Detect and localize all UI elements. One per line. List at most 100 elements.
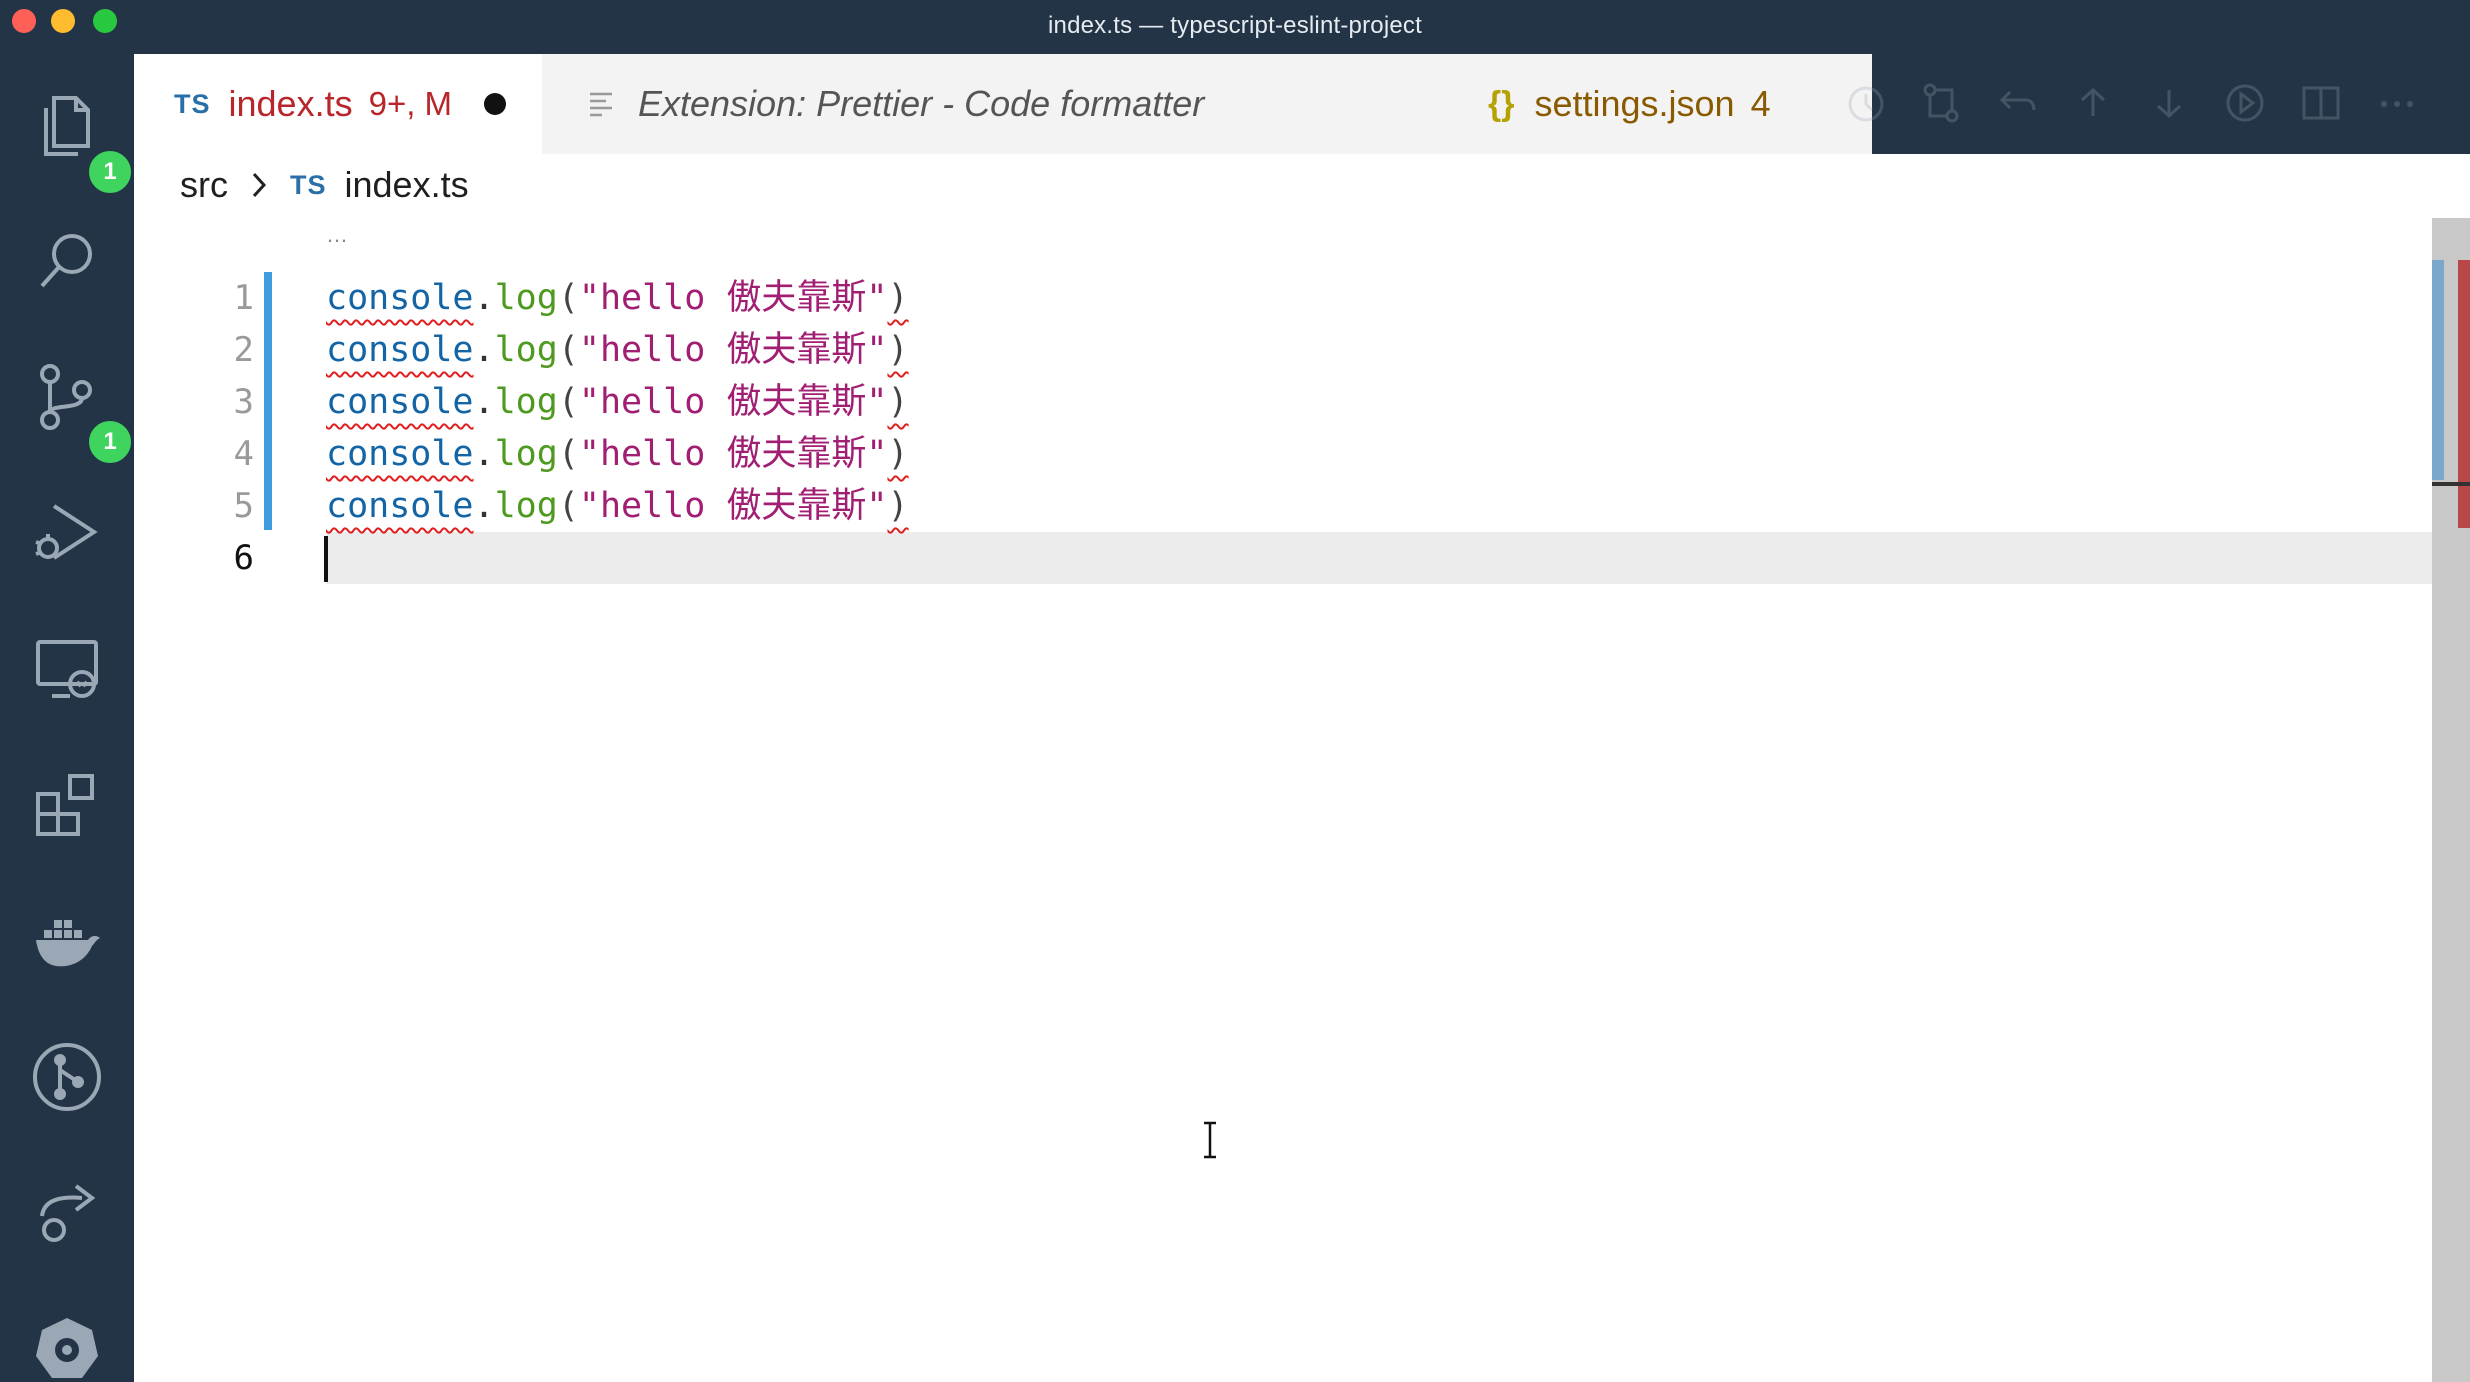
activity-git-graph[interactable] (22, 1032, 112, 1122)
code-method: log (494, 382, 558, 422)
code-line: console.log("hello 傲夫靠斯") (326, 324, 909, 376)
run-debug-icon (35, 504, 98, 560)
tab-problem-count: 4 (1750, 83, 1771, 124)
code-string: "hello 傲夫靠斯" (578, 330, 888, 370)
code-object: console (326, 330, 474, 370)
source-control-badge: 1 (86, 418, 134, 466)
line-number: 2 (233, 330, 254, 370)
code-dot: . (473, 330, 495, 370)
code-editor[interactable]: 1 2 3 4 5 6 console.log("hello 傲夫靠斯") co… (134, 220, 2470, 1382)
code-object: console (326, 382, 474, 422)
activity-extensions[interactable] (22, 760, 112, 850)
code-object: console (326, 434, 474, 474)
live-share-icon (40, 1184, 96, 1242)
activity-explorer[interactable]: 1 (22, 80, 134, 196)
activity-live-share[interactable] (22, 1168, 112, 1258)
git-added-lines-indicator[interactable] (264, 272, 272, 530)
split-editor-icon[interactable] (2298, 80, 2344, 126)
code-method: log (494, 486, 558, 526)
activity-run-debug[interactable] (22, 488, 112, 578)
code-paren: ( (557, 382, 579, 422)
window-title: index.ts — typescript-eslint-project (1048, 12, 1422, 39)
code-method: log (494, 434, 558, 474)
code-paren: ( (557, 278, 579, 318)
overview-error-marker (2458, 260, 2470, 528)
overview-cursor-marker (2432, 482, 2470, 486)
explorer-badge: 1 (86, 148, 134, 196)
title-bar: index.ts — typescript-eslint-project (0, 0, 2470, 54)
typescript-file-icon: TS (290, 169, 327, 200)
line-number-gutter: 1 2 3 4 5 6 (134, 272, 254, 584)
code-dot: . (473, 486, 495, 526)
typescript-file-icon: TS (174, 88, 211, 119)
json-file-icon: {} (1488, 84, 1515, 123)
overview-change-marker (2432, 260, 2444, 480)
activity-search[interactable] (22, 216, 112, 306)
code-line: console.log("hello 傲夫靠斯") (326, 480, 909, 532)
files-icon (44, 96, 90, 156)
breadcrumb-folder[interactable]: src (180, 164, 228, 206)
code-paren: ) (887, 278, 909, 318)
tab-settings-json[interactable]: {} settings.json 4 (1292, 54, 1872, 154)
breadcrumb: src TS index.ts (180, 158, 469, 212)
code-lines: console.log("hello 傲夫靠斯") console.log("h… (326, 272, 909, 584)
mouse-ibeam-cursor-icon (1204, 1121, 1216, 1159)
line-number: 1 (233, 278, 254, 318)
activity-source-control[interactable]: 1 (22, 352, 134, 466)
code-paren: ( (557, 486, 579, 526)
code-string: "hello 傲夫靠斯" (578, 278, 888, 318)
timeline-icon[interactable] (1842, 80, 1888, 126)
code-method: log (494, 278, 558, 318)
extensions-icon (36, 774, 94, 836)
revert-icon[interactable] (1994, 80, 2040, 126)
line-number: 5 (233, 486, 254, 526)
code-object: console (326, 278, 474, 318)
code-dot: . (473, 434, 495, 474)
code-paren: ( (557, 330, 579, 370)
unsaved-dot-icon[interactable] (484, 93, 507, 115)
code-line: console.log("hello 傲夫靠斯") (326, 428, 909, 480)
activity-remote-explorer[interactable] (22, 624, 112, 714)
chevron-right-icon (252, 172, 267, 198)
source-control-icon (40, 364, 92, 430)
tab-index-ts[interactable]: TS index.ts 9+, M (134, 54, 542, 154)
editor-actions (1842, 80, 2420, 126)
line-number: 4 (233, 434, 254, 474)
remote-explorer-icon (36, 640, 98, 698)
code-line: console.log("hello 傲夫靠斯") (326, 376, 909, 428)
line-number: 3 (233, 382, 254, 422)
open-changes-icon[interactable] (1918, 80, 1964, 126)
overview-ruler-scrollbar[interactable] (2432, 218, 2470, 1382)
tab-problem-count: 9+, M (368, 85, 453, 122)
previous-change-icon[interactable] (2070, 80, 2116, 126)
code-paren: ( (557, 434, 579, 474)
search-icon (40, 234, 92, 288)
breadcrumb-file[interactable]: index.ts (345, 164, 469, 206)
activity-docker[interactable] (22, 896, 112, 986)
text-cursor (324, 536, 328, 582)
code-string: "hello 傲夫靠斯" (578, 486, 888, 526)
preview-lines-icon (590, 92, 612, 117)
run-icon[interactable] (2222, 80, 2268, 126)
code-paren: ) (887, 382, 909, 422)
kubernetes-icon (36, 1318, 98, 1378)
code-dot: . (473, 382, 495, 422)
git-graph-icon (33, 1043, 101, 1111)
code-string: "hello 傲夫靠斯" (578, 382, 888, 422)
code-dot: . (473, 278, 495, 318)
line-number: 6 (233, 538, 254, 578)
more-actions-icon[interactable] (2374, 80, 2420, 126)
tab-extension-prettier[interactable]: Extension: Prettier - Code formatter (542, 54, 1292, 154)
code-paren: ) (887, 330, 909, 370)
activity-kubernetes[interactable] (22, 1304, 112, 1382)
code-paren: ) (887, 486, 909, 526)
next-change-icon[interactable] (2146, 80, 2192, 126)
code-string: "hello 傲夫靠斯" (578, 434, 888, 474)
code-paren: ) (887, 434, 909, 474)
code-object: console (326, 486, 474, 526)
docker-icon (36, 920, 100, 967)
code-line: console.log("hello 傲夫靠斯") (326, 272, 909, 324)
activity-bar: 1 1 (0, 54, 134, 1382)
tab-label: Extension: Prettier - Code formatter (638, 83, 1205, 124)
